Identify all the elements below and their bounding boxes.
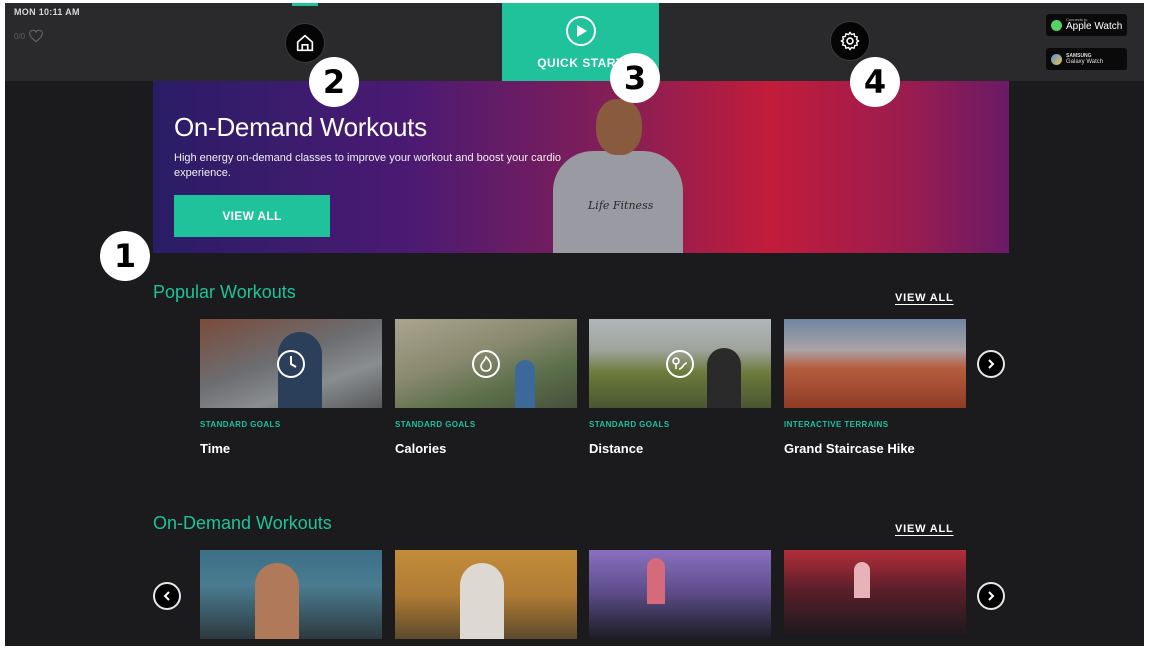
card-title: Distance [589, 441, 644, 456]
on-demand-view-all-link[interactable]: VIEW ALL [895, 523, 954, 535]
annotation-marker-1: 1 [100, 231, 150, 281]
card-category: STANDARD GOALS [589, 420, 670, 429]
play-icon [565, 16, 596, 46]
workout-card-grand-staircase[interactable]: INTERACTIVE TERRAINS Grand Staircase Hik… [784, 319, 966, 456]
home-active-indicator [292, 3, 318, 6]
annotation-marker-4: 4 [850, 57, 900, 107]
popular-section-title: Popular Workouts [153, 282, 296, 302]
hero-view-all-button[interactable]: VIEW ALL [174, 195, 330, 237]
hero-title: On-Demand Workouts [174, 112, 427, 142]
on-demand-card-1[interactable] [200, 550, 382, 639]
annotation-marker-3: 3 [610, 53, 660, 103]
home-button[interactable] [285, 23, 325, 63]
samsung-watch-badge[interactable]: SAMSUNG Galaxy Watch [1046, 48, 1127, 70]
samsung-watch-label: Galaxy Watch [1066, 58, 1104, 65]
card-thumbnail [784, 550, 966, 639]
popular-view-all-link[interactable]: VIEW ALL [895, 292, 954, 304]
heart-rate: 0/0 [14, 29, 44, 43]
apple-watch-icon [1051, 19, 1062, 31]
card-thumbnail [395, 550, 577, 639]
route-icon [666, 349, 694, 378]
card-title: Grand Staircase Hike [784, 441, 915, 456]
on-demand-card-2[interactable] [395, 550, 577, 639]
workout-card-calories[interactable]: STANDARD GOALS Calories [395, 319, 577, 456]
card-category: STANDARD GOALS [200, 420, 281, 429]
app-screen: MON 10:11 AM 0/0 QUICK START Connects to [5, 3, 1144, 646]
card-thumbnail [395, 319, 577, 408]
card-title: Calories [395, 441, 447, 456]
on-demand-section-title: On-Demand Workouts [153, 513, 332, 533]
on-demand-next-button[interactable] [977, 582, 1005, 610]
workout-card-time[interactable]: STANDARD GOALS Time [200, 319, 382, 456]
chevron-left-icon [163, 591, 170, 601]
card-category: STANDARD GOALS [395, 420, 476, 429]
flame-icon [472, 349, 500, 378]
trainer-image: Life Fitness [548, 91, 688, 253]
top-bar: MON 10:11 AM 0/0 QUICK START Connects to [5, 3, 1144, 81]
samsung-watch-icon [1051, 53, 1062, 65]
heart-icon [29, 29, 43, 43]
popular-next-button[interactable] [977, 350, 1005, 378]
card-thumbnail [200, 319, 382, 408]
card-thumbnail [200, 550, 382, 639]
apple-watch-label: Apple Watch [1066, 21, 1123, 32]
card-thumbnail [589, 550, 771, 639]
on-demand-card-3[interactable] [589, 550, 771, 639]
settings-button[interactable] [830, 21, 870, 61]
clock-icon [277, 349, 305, 378]
on-demand-prev-button[interactable] [153, 582, 181, 610]
annotation-marker-2: 2 [309, 57, 359, 107]
on-demand-card-4[interactable] [784, 550, 966, 639]
card-category: INTERACTIVE TERRAINS [784, 420, 889, 429]
card-thumbnail [589, 319, 771, 408]
hero-description: High energy on-demand classes to improve… [174, 152, 562, 179]
gear-icon [840, 31, 860, 51]
hero-banner[interactable]: On-Demand Workouts High energy on-demand… [153, 81, 1009, 253]
home-icon [296, 34, 314, 52]
apple-watch-badge[interactable]: Connects to Apple Watch [1046, 14, 1127, 36]
chevron-right-icon [988, 591, 995, 601]
shirt-logo: Life Fitness [588, 199, 654, 212]
card-thumbnail [784, 319, 966, 408]
heart-rate-value: 0/0 [14, 31, 26, 41]
workout-card-distance[interactable]: STANDARD GOALS Distance [589, 319, 771, 456]
clock: MON 10:11 AM [14, 7, 80, 17]
card-title: Time [200, 441, 231, 456]
chevron-right-icon [988, 359, 995, 369]
